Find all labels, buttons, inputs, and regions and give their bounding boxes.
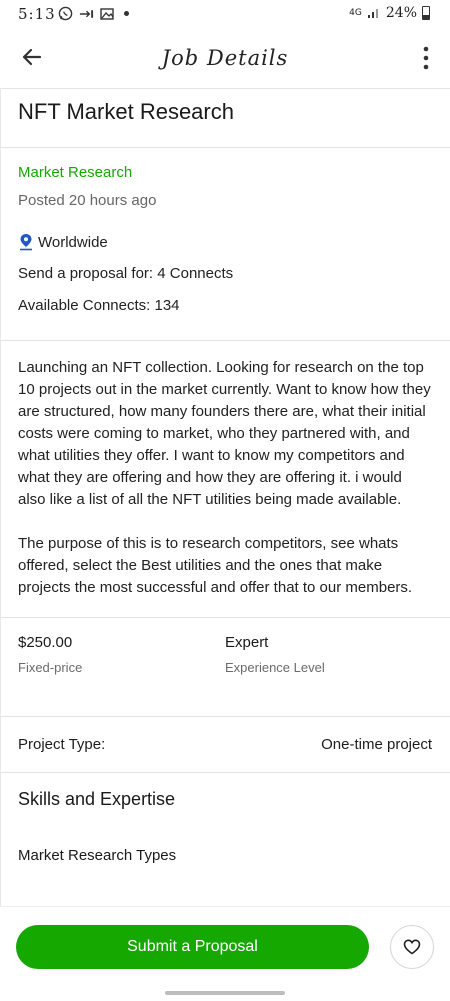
signal-icon [367,9,378,18]
status-icons-right: 4G 24% [349,5,430,21]
skills-subheading: Market Research Types [18,847,177,864]
budget-block: $250.00 Fixed-price [18,634,225,702]
budget-section: $250.00 Fixed-price Expert Experience Le… [0,618,450,702]
status-bar: 5:13 4G 24% [0,0,450,30]
missed-call-icon [79,9,94,18]
posted-time: Posted 20 hours ago [18,192,157,209]
status-icons-left [58,6,129,21]
price-value: $250.00 [18,634,73,651]
bottom-action-bar: Submit a Proposal [0,906,450,1001]
skills-heading: Skills and Expertise [18,789,176,809]
proposal-cost: Send a proposal for: 4 Connects [18,265,234,282]
experience-block: Expert Experience Level [225,634,432,702]
experience-value: Expert [225,634,269,651]
battery-icon [422,6,430,20]
project-type-row: Project Type: One-time project [0,717,450,772]
price-type: Fixed-price [18,660,83,675]
description-paragraph: Launching an NFT collection. Looking for… [18,359,431,508]
description-paragraph: The purpose of this is to research compe… [18,535,413,596]
job-description: Launching an NFT collection. Looking for… [0,341,450,617]
job-title: NFT Market Research [18,99,234,124]
whatsapp-icon [58,6,73,21]
network-type: 4G [349,8,362,18]
app-bar: Job Details [0,30,450,89]
home-indicator [165,991,285,995]
project-type-label: Project Type: [18,736,106,753]
location-pin-icon [20,234,32,251]
job-category[interactable]: Market Research [18,164,432,181]
experience-label: Experience Level [225,660,325,675]
status-time: 5:13 [18,5,56,23]
job-location: Worldwide [18,233,432,251]
more-vertical-icon[interactable] [420,45,432,71]
page-title: Job Details [161,46,289,70]
available-connects: Available Connects: 134 [18,297,180,314]
heart-icon [403,939,421,955]
job-meta: Market Research Posted 20 hours ago Worl… [0,148,450,340]
battery-text: 24% [385,5,417,21]
location-text: Worldwide [38,233,108,251]
left-border [0,88,1,908]
submit-proposal-button[interactable]: Submit a Proposal [16,925,369,969]
gallery-icon [100,7,114,20]
notification-dot-icon [124,11,129,16]
project-type-value: One-time project [321,736,432,753]
save-job-button[interactable] [390,925,434,969]
